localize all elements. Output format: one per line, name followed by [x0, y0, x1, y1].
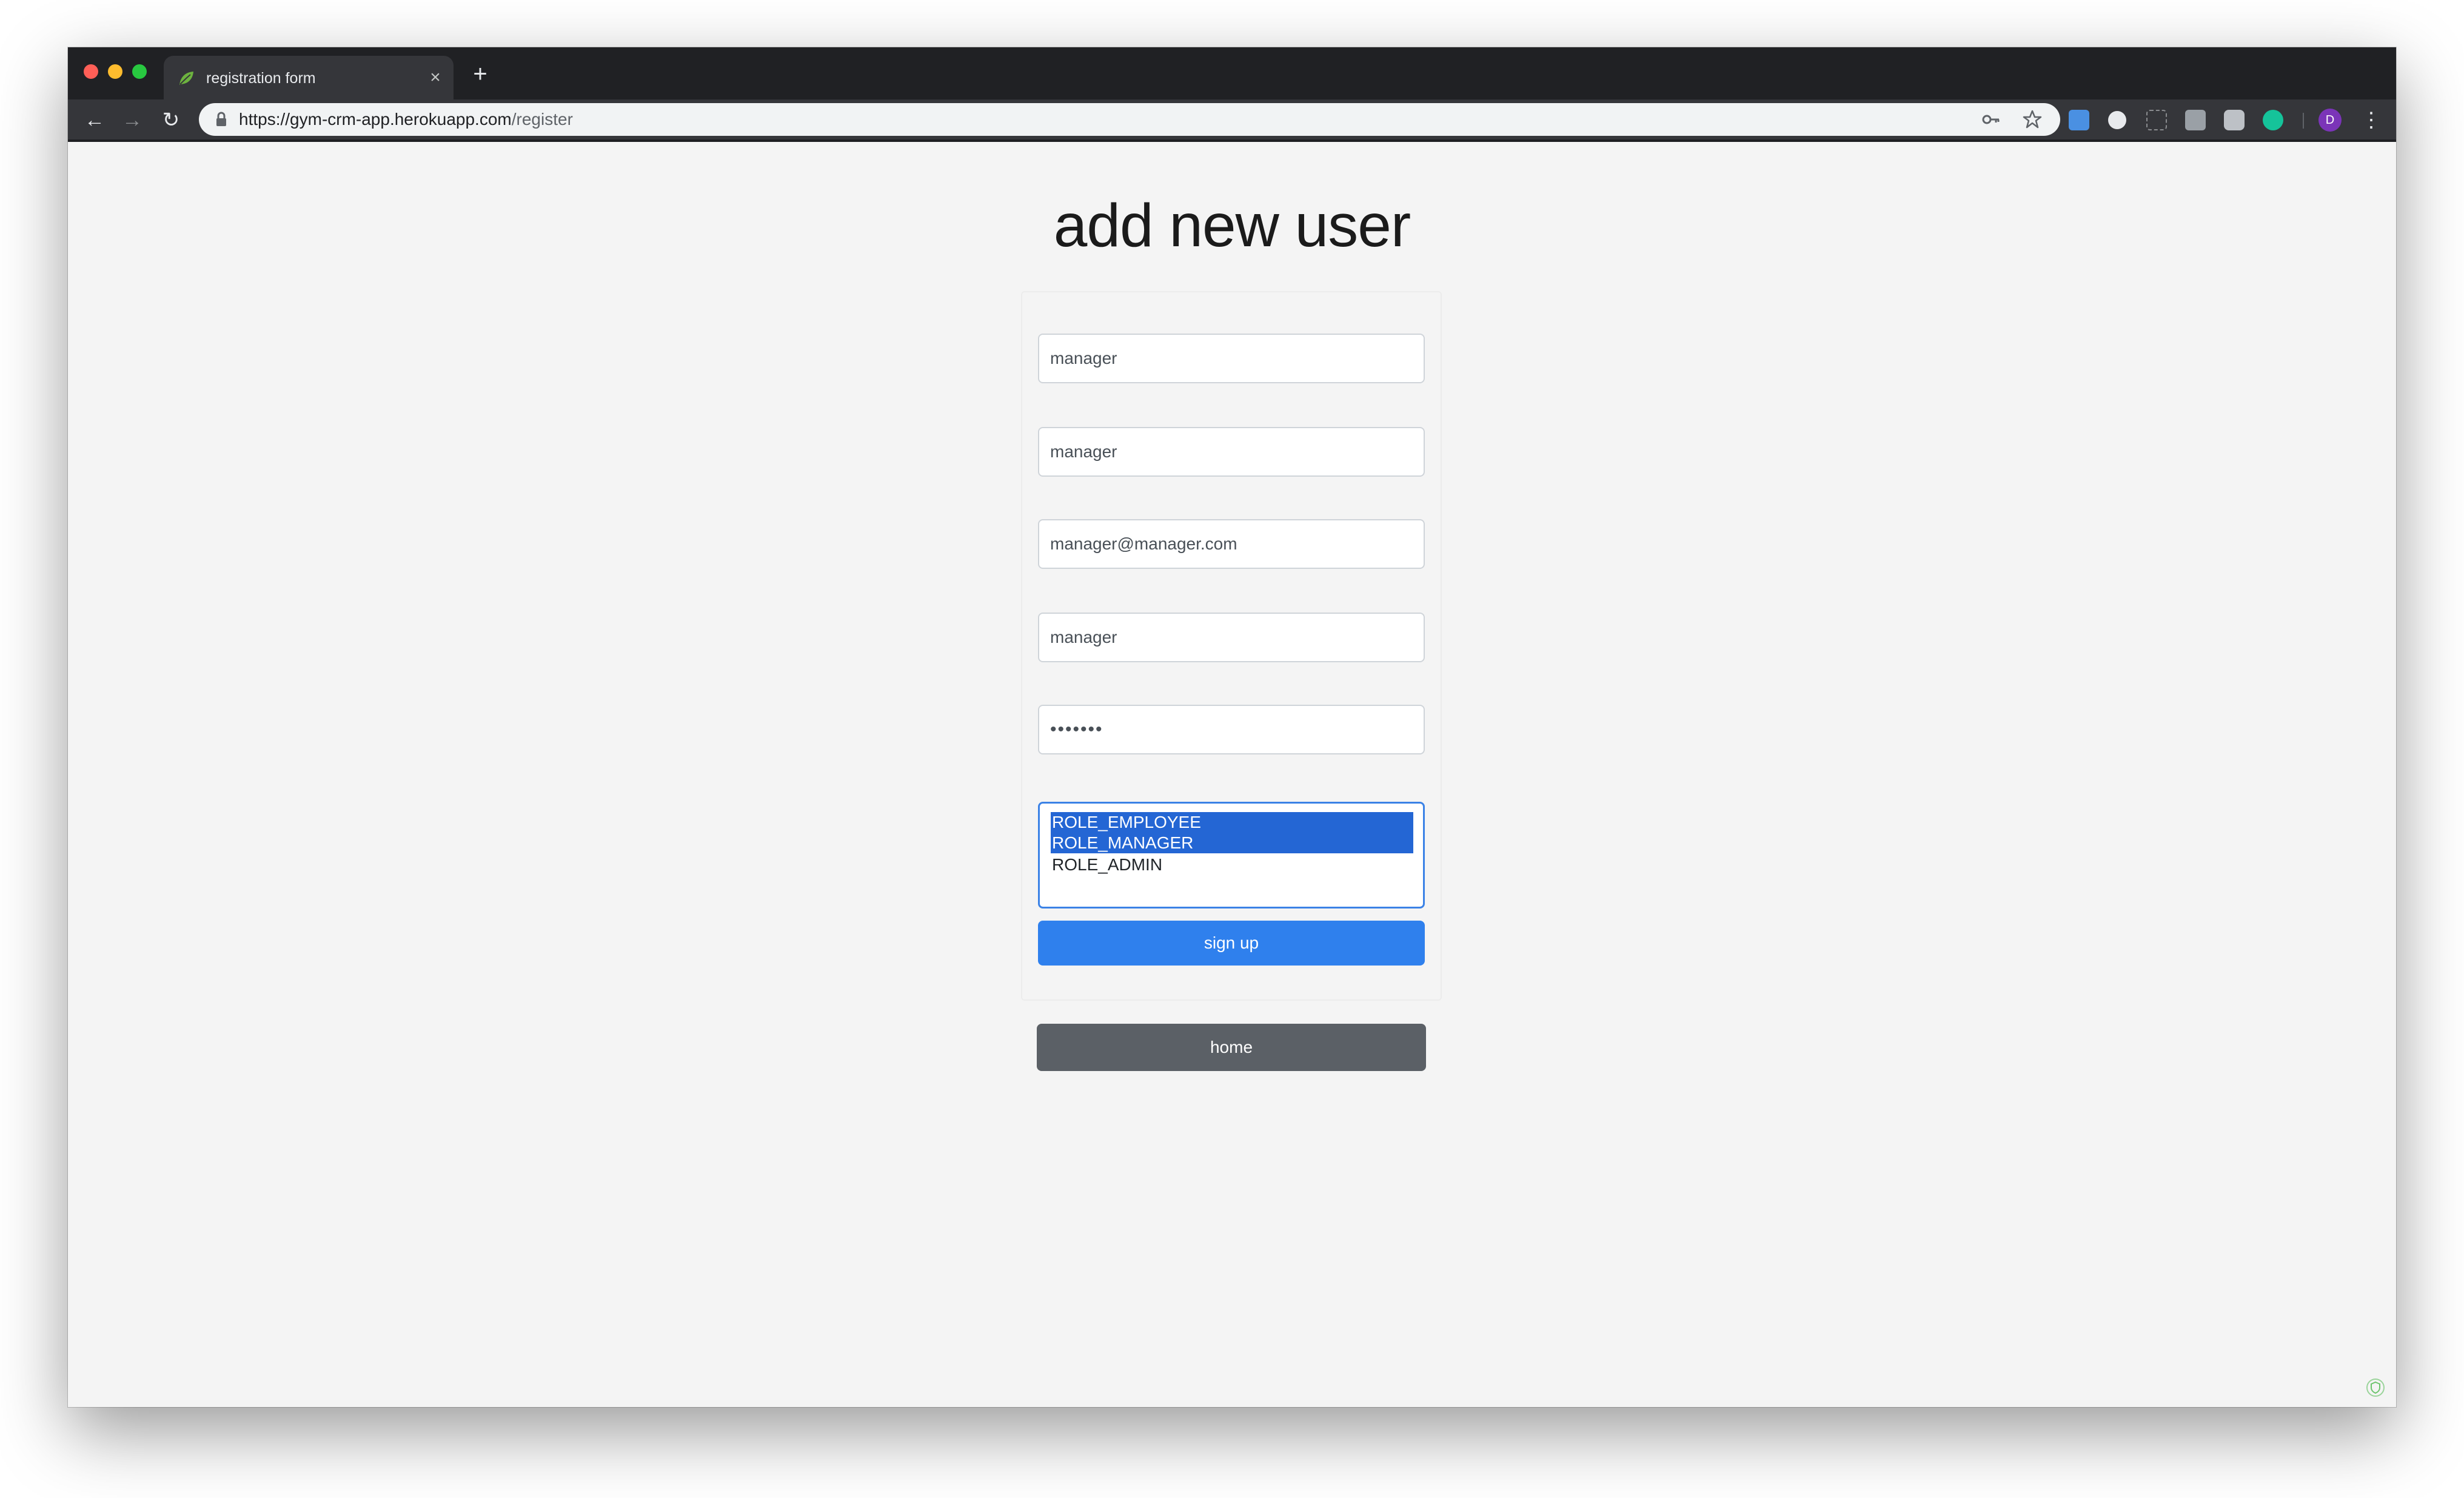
browser-tab-active[interactable]: registration form ×	[164, 56, 454, 99]
key-icon[interactable]	[1980, 109, 2002, 130]
tab-close-icon[interactable]: ×	[424, 67, 446, 89]
star-icon[interactable]	[2021, 109, 2043, 130]
forward-arrow-icon[interactable]: →	[119, 107, 146, 133]
lock-icon	[216, 112, 226, 126]
browser-window: registration form × + ← → ↻ https://gym-…	[68, 47, 2396, 1407]
reload-icon[interactable]: ↻	[158, 107, 184, 133]
camera-extension-icon[interactable]	[2224, 110, 2245, 130]
circle-extension-icon[interactable]	[2108, 111, 2126, 129]
calendar-extension-icon[interactable]	[2069, 110, 2089, 130]
address-bar[interactable]: https://gym-crm-app.herokuapp.com/regist…	[199, 103, 2060, 136]
page-title: add new user	[1053, 192, 1411, 260]
back-arrow-icon[interactable]: ←	[81, 107, 108, 133]
translate-extension-icon[interactable]	[2185, 110, 2206, 130]
screenshot-extension-icon[interactable]	[2146, 110, 2167, 130]
home-button[interactable]: home	[1037, 1024, 1426, 1071]
browser-toolbar: ← → ↻ https://gym-crm-app.herokuapp.com/…	[68, 99, 2396, 142]
minimize-window-button[interactable]	[108, 64, 122, 79]
name-field[interactable]: manager	[1038, 427, 1425, 477]
zoom-window-button[interactable]	[132, 64, 147, 79]
password-field[interactable]: •••••••	[1038, 705, 1425, 754]
page-content: add new user manager manager manager@man…	[68, 142, 2396, 1407]
menu-dots-icon[interactable]: ⋮	[2361, 108, 2382, 132]
email-field[interactable]: manager@manager.com	[1038, 519, 1425, 569]
url-host: https://gym-crm-app.herokuapp.com	[239, 110, 512, 129]
close-window-button[interactable]	[84, 64, 98, 79]
role-option-manager[interactable]: ROLE_MANAGER	[1051, 833, 1413, 853]
text-field[interactable]: manager	[1038, 613, 1425, 662]
browser-titlebar: registration form × +	[68, 47, 2396, 99]
registration-form: manager manager manager@manager.com mana…	[1021, 291, 1442, 1001]
url-text: https://gym-crm-app.herokuapp.com/regist…	[239, 103, 573, 136]
toolbar-separator	[2303, 113, 2304, 129]
roles-multiselect[interactable]: ROLE_EMPLOYEE ROLE_MANAGER ROLE_ADMIN	[1038, 802, 1425, 909]
new-tab-icon[interactable]: +	[468, 62, 492, 86]
shield-icon	[2366, 1379, 2385, 1397]
role-option-employee[interactable]: ROLE_EMPLOYEE	[1051, 812, 1413, 833]
sign-up-button[interactable]: sign up	[1038, 921, 1425, 966]
grammarly-icon[interactable]	[2263, 110, 2283, 130]
username-field[interactable]: manager	[1038, 334, 1425, 383]
profile-avatar[interactable]: D	[2318, 109, 2342, 132]
tab-title: registration form	[206, 70, 316, 87]
url-path: /register	[511, 110, 573, 129]
spring-leaf-icon	[179, 72, 193, 85]
role-option-admin[interactable]: ROLE_ADMIN	[1051, 855, 1413, 875]
